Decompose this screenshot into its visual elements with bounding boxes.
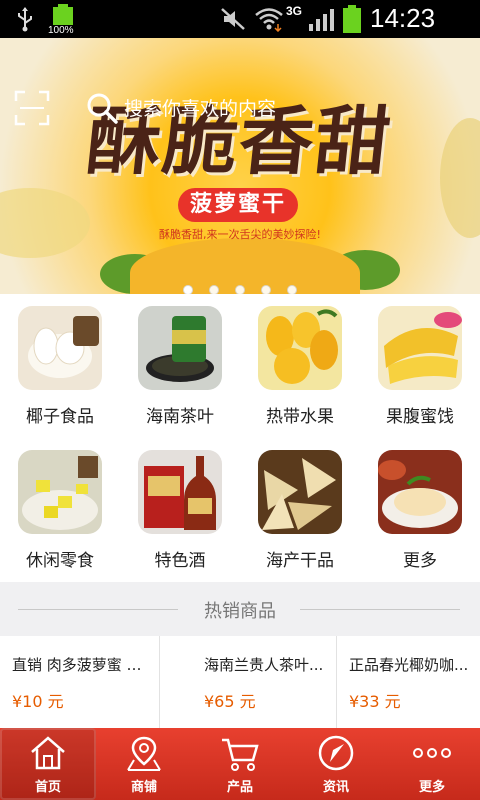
product-price: ¥33 元	[349, 692, 401, 711]
banner-tagline: 酥脆香甜,来一次舌尖的美妙探险!	[159, 228, 321, 241]
coconut-food-image	[18, 306, 102, 390]
category-label: 热带水果	[266, 407, 334, 427]
search-bar[interactable]: 搜索你喜欢的内容	[80, 88, 340, 124]
clock: 14:23	[370, 3, 436, 33]
snack-image	[18, 450, 102, 534]
category-item[interactable]: 休闲零食	[0, 438, 120, 582]
carousel-dot[interactable]	[235, 285, 245, 294]
category-item[interactable]: 椰子食品	[0, 294, 120, 438]
tab-products[interactable]: 产品	[192, 728, 288, 800]
promo-banner[interactable]: 酥脆香甜 菠萝蜜干 酥脆香甜,来一次舌尖的美妙探险! 搜索你喜欢的内容	[0, 38, 480, 294]
home-icon	[31, 736, 65, 770]
tab-home[interactable]: 首页	[0, 728, 96, 800]
product-name: 海南兰贵人茶叶...	[204, 656, 324, 674]
cart-icon	[222, 738, 259, 771]
category-item[interactable]: 更多	[360, 438, 480, 582]
product-price: ¥65 元	[204, 692, 256, 711]
product-card[interactable]: 正品春光椰奶咖... ¥33 元	[337, 636, 480, 728]
category-label: 休闲零食	[26, 551, 94, 571]
category-item[interactable]: 果腹蜜饯	[360, 294, 480, 438]
network-type-label: 3G	[286, 4, 303, 18]
category-item[interactable]: 热带水果	[240, 294, 360, 438]
mango-image	[258, 306, 342, 390]
carousel-dot[interactable]	[209, 285, 219, 294]
product-card[interactable]: 直销 肉多菠萝蜜 可口... ¥10 元	[0, 636, 160, 728]
battery-indicator-small: 100%	[48, 4, 76, 36]
search-icon	[87, 93, 118, 124]
bottom-tab-bar: 首页 商铺 产品 资讯 更多	[0, 728, 480, 800]
tab-label: 资讯	[322, 780, 349, 795]
battery-icon	[342, 5, 362, 33]
tab-label: 更多	[418, 780, 445, 795]
usb-icon	[18, 7, 32, 32]
category-item[interactable]: 特色酒	[120, 438, 240, 582]
carousel-dot[interactable]	[287, 285, 297, 294]
candied-fruit-image	[378, 306, 462, 390]
category-label: 更多	[403, 551, 437, 571]
category-grid: 椰子食品 海南茶叶 热带水果 果腹蜜饯 休闲零食 特色酒 海产干品 更多	[0, 294, 480, 582]
section-title: 热销商品	[204, 601, 276, 622]
divider	[300, 609, 460, 610]
category-label: 特色酒	[154, 551, 206, 571]
map-pin-icon	[127, 736, 161, 771]
carousel-dot[interactable]	[261, 285, 271, 294]
liquor-image	[138, 450, 222, 534]
product-price: ¥10 元	[12, 692, 64, 711]
more-dots-icon	[413, 748, 451, 758]
category-item[interactable]: 海南茶叶	[120, 294, 240, 438]
battery-percent: 100%	[48, 25, 74, 36]
product-list: 直销 肉多菠萝蜜 可口... ¥10 元 海南兰贵人茶叶... ¥65 元 正品…	[0, 636, 480, 728]
category-item[interactable]: 海产干品	[240, 438, 360, 582]
status-bar: 100% 3G 14:23	[0, 0, 480, 38]
scan-icon[interactable]	[14, 90, 50, 126]
category-label: 海产干品	[266, 551, 334, 571]
carousel-indicator	[0, 280, 480, 294]
dried-seafood-image	[258, 450, 342, 534]
signal-icon	[309, 9, 334, 31]
hot-products-header: 热销商品	[0, 582, 480, 636]
product-name: 正品春光椰奶咖...	[349, 656, 469, 674]
banner-product-pill: 菠萝蜜干	[178, 188, 298, 222]
tab-label: 商铺	[130, 780, 157, 795]
product-card[interactable]: 海南兰贵人茶叶... ¥65 元	[192, 636, 337, 728]
category-label: 果腹蜜饯	[386, 407, 454, 427]
carousel-dot[interactable]	[183, 285, 193, 294]
tab-news[interactable]: 资讯	[288, 728, 384, 800]
category-label: 椰子食品	[26, 407, 94, 427]
search-placeholder[interactable]: 搜索你喜欢的内容	[124, 94, 276, 121]
tab-more[interactable]: 更多	[384, 728, 480, 800]
chicken-dish-image	[378, 450, 462, 534]
tab-shops[interactable]: 商铺	[96, 728, 192, 800]
tea-image	[138, 306, 222, 390]
category-label: 海南茶叶	[146, 407, 214, 427]
tab-label: 产品	[226, 780, 253, 795]
mute-icon	[221, 8, 245, 30]
wifi-icon	[255, 8, 283, 32]
banner-decoration	[0, 188, 90, 258]
product-name: 直销 肉多菠萝蜜 可口...	[12, 656, 154, 674]
compass-icon	[318, 735, 354, 771]
tab-label: 首页	[34, 780, 61, 795]
